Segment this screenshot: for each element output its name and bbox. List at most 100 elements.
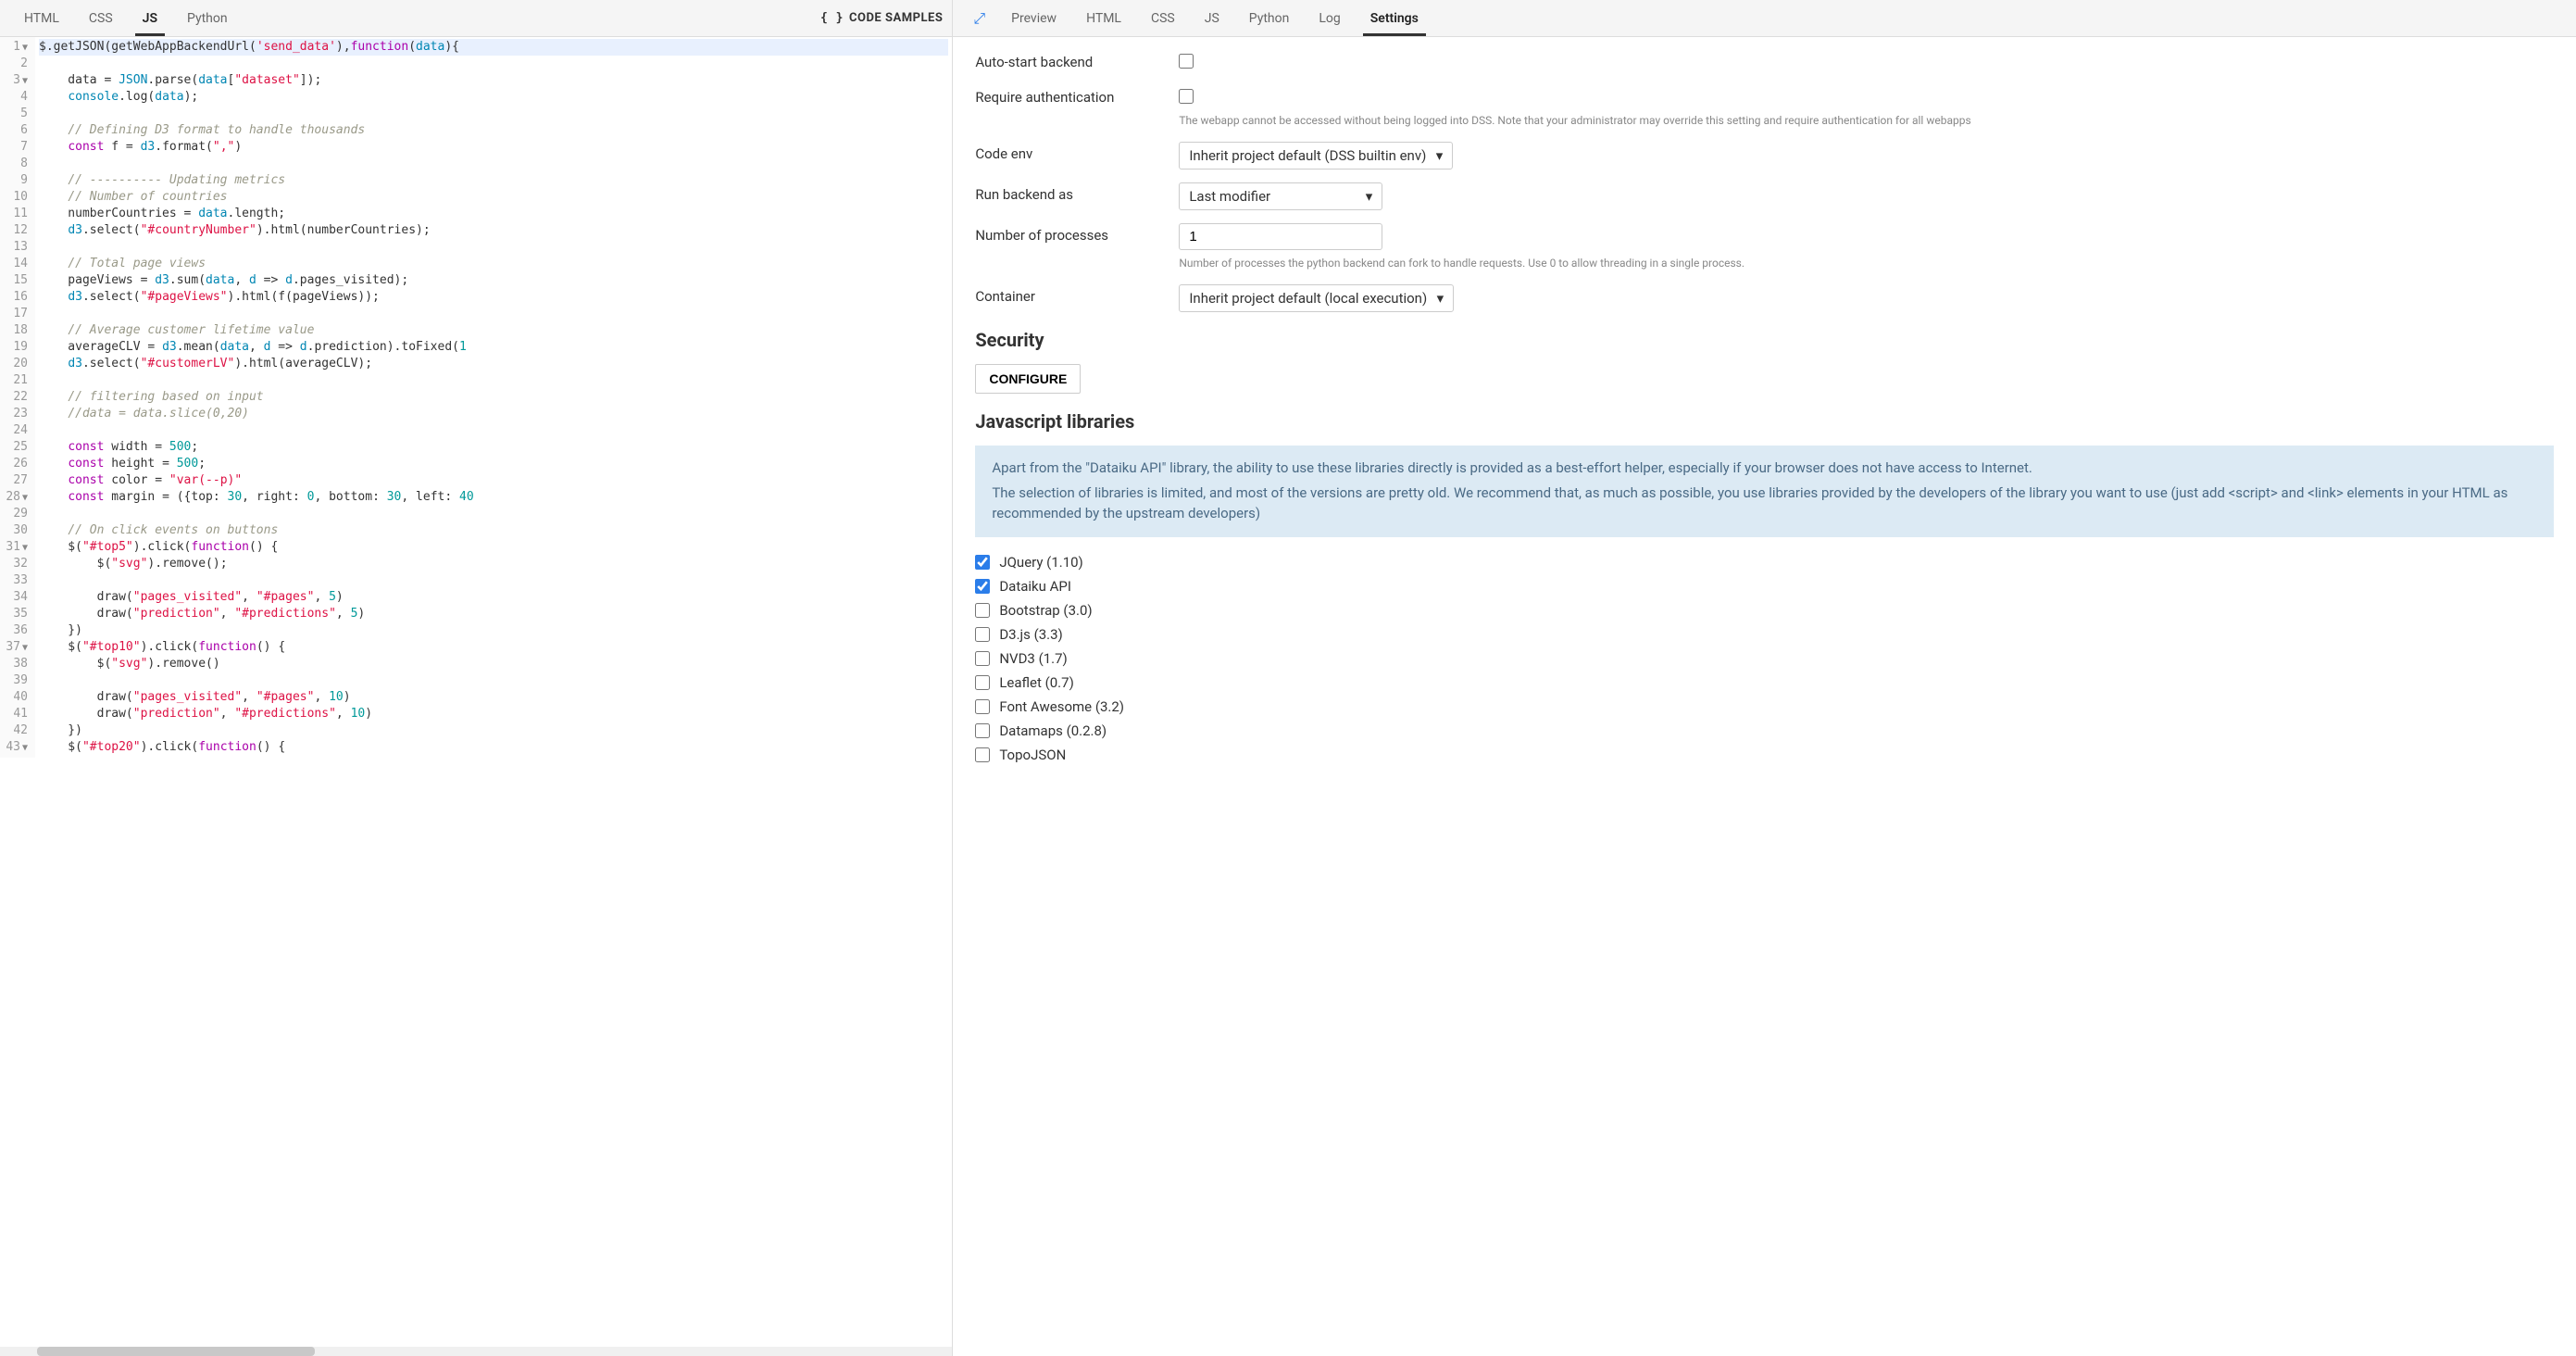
code-editor[interactable]: 1▼23▼45678910111213141516171819202122232…	[0, 37, 952, 1347]
fold-marker-icon[interactable]: ▼	[20, 76, 28, 86]
library-item[interactable]: D3.js (3.3)	[975, 626, 2554, 643]
code-samples-button[interactable]: { } CODE SAMPLES	[820, 11, 943, 25]
code-env-select[interactable]: Inherit project default (DSS builtin env…	[1179, 142, 1453, 170]
tab-preview[interactable]: Preview	[996, 2, 1071, 35]
tab-html[interactable]: HTML	[1071, 2, 1136, 35]
code-line[interactable]	[39, 572, 948, 589]
code-line[interactable]: console.log(data);	[39, 89, 948, 106]
code-line[interactable]: const f = d3.format(",")	[39, 139, 948, 156]
code-line[interactable]: draw("pages_visited", "#pages", 5)	[39, 589, 948, 606]
library-item[interactable]: Font Awesome (3.2)	[975, 698, 2554, 715]
code-line[interactable]	[39, 106, 948, 122]
code-line[interactable]	[39, 156, 948, 172]
code-line[interactable]	[39, 422, 948, 439]
code-line[interactable]: })	[39, 722, 948, 739]
code-line[interactable]: $("svg").remove();	[39, 556, 948, 572]
code-line[interactable]	[39, 239, 948, 256]
code-line[interactable]: // Total page views	[39, 256, 948, 272]
code-line[interactable]: $("#top5").click(function() {	[39, 539, 948, 556]
code-line[interactable]: data = JSON.parse(data["dataset"]);	[39, 72, 948, 89]
library-item[interactable]: JQuery (1.10)	[975, 554, 2554, 571]
line-number: 20	[4, 356, 28, 372]
expand-icon[interactable]: ⤢	[962, 2, 996, 35]
code-line[interactable]: // filtering based on input	[39, 389, 948, 406]
code-line[interactable]: // On click events on buttons	[39, 522, 948, 539]
code-line[interactable]: // ---------- Updating metrics	[39, 172, 948, 189]
library-item[interactable]: Datamaps (0.2.8)	[975, 722, 2554, 739]
library-checkbox[interactable]	[975, 723, 990, 738]
library-checkbox[interactable]	[975, 651, 990, 666]
code-line[interactable]	[39, 506, 948, 522]
tab-js[interactable]: JS	[128, 2, 172, 35]
library-item[interactable]: TopoJSON	[975, 747, 2554, 763]
num-proc-input[interactable]	[1179, 223, 1382, 250]
code-line[interactable]: $.getJSON(getWebAppBackendUrl('send_data…	[39, 39, 948, 56]
code-line[interactable]: // Average customer lifetime value	[39, 322, 948, 339]
code-line[interactable]	[39, 306, 948, 322]
tab-log[interactable]: Log	[1304, 2, 1355, 35]
fold-marker-icon[interactable]: ▼	[20, 43, 28, 53]
code-line[interactable]	[39, 672, 948, 689]
line-number: 14	[4, 256, 28, 272]
code-line[interactable]: const margin = ({top: 30, right: 0, bott…	[39, 489, 948, 506]
code-line[interactable]	[39, 56, 948, 72]
code-line[interactable]: const color = "var(--p)"	[39, 472, 948, 489]
code-line[interactable]: $("#top10").click(function() {	[39, 639, 948, 656]
library-checkbox[interactable]	[975, 627, 990, 642]
library-checkbox[interactable]	[975, 699, 990, 714]
tab-js[interactable]: JS	[1190, 2, 1234, 35]
fold-marker-icon[interactable]: ▼	[20, 743, 28, 753]
library-checkbox[interactable]	[975, 675, 990, 690]
chevron-down-icon: ▾	[1366, 188, 1373, 205]
library-checkbox[interactable]	[975, 579, 990, 594]
code-line[interactable]: draw("pages_visited", "#pages", 10)	[39, 689, 948, 706]
library-item[interactable]: Dataiku API	[975, 578, 2554, 595]
code-line[interactable]: //data = data.slice(0,20)	[39, 406, 948, 422]
library-checkbox[interactable]	[975, 747, 990, 762]
tab-css[interactable]: CSS	[74, 2, 128, 35]
library-checkbox[interactable]	[975, 603, 990, 618]
code-line[interactable]: d3.select("#countryNumber").html(numberC…	[39, 222, 948, 239]
js-libs-info: Apart from the "Dataiku API" library, th…	[975, 446, 2554, 537]
code-line[interactable]: const width = 500;	[39, 439, 948, 456]
library-label: Datamaps (0.2.8)	[999, 722, 1107, 739]
code-line[interactable]: $("#top20").click(function() {	[39, 739, 948, 756]
code-line[interactable]: draw("prediction", "#predictions", 5)	[39, 606, 948, 622]
line-number: 2	[4, 56, 28, 72]
code-line[interactable]: draw("prediction", "#predictions", 10)	[39, 706, 948, 722]
fold-marker-icon[interactable]: ▼	[20, 543, 28, 553]
library-item[interactable]: NVD3 (1.7)	[975, 650, 2554, 667]
fold-marker-icon[interactable]: ▼	[20, 493, 28, 503]
run-as-select[interactable]: Last modifier ▾	[1179, 182, 1382, 210]
scrollbar-thumb[interactable]	[37, 1347, 315, 1356]
tab-python[interactable]: Python	[172, 2, 243, 35]
tab-css[interactable]: CSS	[1136, 2, 1190, 35]
library-item[interactable]: Leaflet (0.7)	[975, 674, 2554, 691]
code-line[interactable]: pageViews = d3.sum(data, d => d.pages_vi…	[39, 272, 948, 289]
auto-start-checkbox[interactable]	[1179, 54, 1194, 69]
code-line[interactable]: numberCountries = data.length;	[39, 206, 948, 222]
editor-code[interactable]: $.getJSON(getWebAppBackendUrl('send_data…	[35, 37, 952, 758]
code-line[interactable]: d3.select("#customerLV").html(averageCLV…	[39, 356, 948, 372]
library-item[interactable]: Bootstrap (3.0)	[975, 602, 2554, 619]
library-label: D3.js (3.3)	[999, 626, 1062, 643]
horizontal-scrollbar[interactable]	[0, 1347, 952, 1356]
tab-settings[interactable]: Settings	[1356, 2, 1433, 35]
configure-button[interactable]: CONFIGURE	[975, 364, 1081, 394]
code-line[interactable]: d3.select("#pageViews").html(f(pageViews…	[39, 289, 948, 306]
require-auth-checkbox[interactable]	[1179, 89, 1194, 104]
code-line[interactable]: const height = 500;	[39, 456, 948, 472]
code-line[interactable]: averageCLV = d3.mean(data, d => d.predic…	[39, 339, 948, 356]
tab-python[interactable]: Python	[1234, 2, 1305, 35]
code-line[interactable]: $("svg").remove()	[39, 656, 948, 672]
library-checkbox[interactable]	[975, 555, 990, 570]
library-list: JQuery (1.10) Dataiku API Bootstrap (3.0) D…	[975, 554, 2554, 763]
code-line[interactable]: })	[39, 622, 948, 639]
container-select[interactable]: Inherit project default (local execution…	[1179, 284, 1454, 312]
code-line[interactable]: // Defining D3 format to handle thousand…	[39, 122, 948, 139]
code-line[interactable]: // Number of countries	[39, 189, 948, 206]
fold-marker-icon[interactable]: ▼	[20, 643, 28, 653]
run-as-row: Run backend as Last modifier ▾	[975, 182, 2554, 210]
tab-html[interactable]: HTML	[9, 2, 74, 35]
code-line[interactable]	[39, 372, 948, 389]
